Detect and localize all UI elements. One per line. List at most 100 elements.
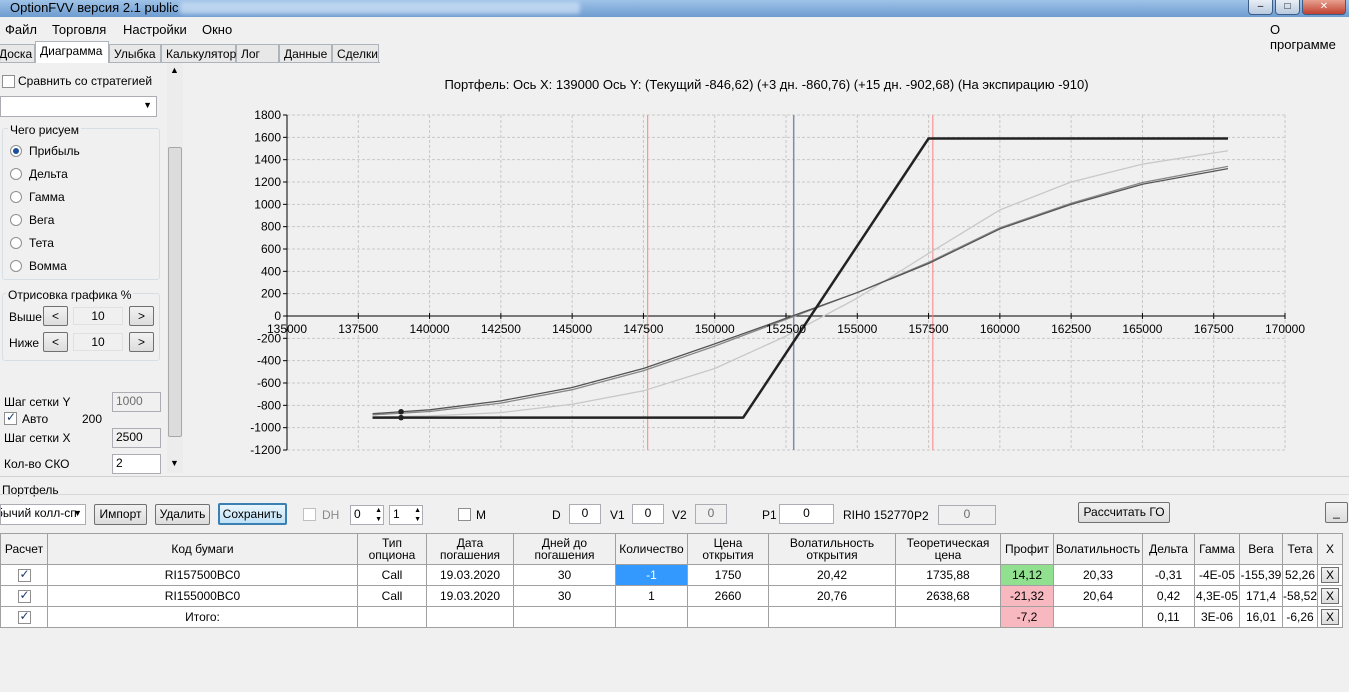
minimize-button[interactable]: –	[1248, 0, 1273, 15]
panel-separator[interactable]	[0, 476, 1349, 477]
cell-theo[interactable]: 1735,88	[895, 564, 1001, 586]
cell-profit[interactable]: -21,32	[1000, 585, 1054, 607]
calc-checkbox[interactable]	[17, 567, 31, 583]
cell-vol[interactable]: 20,33	[1053, 564, 1143, 586]
col-vol-open[interactable]: Волатильность открытия	[768, 533, 896, 565]
scroll-thumb[interactable]	[168, 147, 182, 437]
left-scrollbar[interactable]: ▲ ▼	[167, 63, 183, 473]
tab-deals[interactable]: Сделки	[332, 44, 379, 62]
table-row[interactable]: RI157500BC0 Call 19.03.2020 30 -1 1750 2…	[0, 564, 1344, 586]
col-gamma[interactable]: Гамма	[1194, 533, 1240, 565]
calc-checkbox-cell[interactable]	[0, 606, 48, 628]
tab-data[interactable]: Данные	[279, 44, 332, 62]
cell-x[interactable]: X	[1317, 585, 1344, 607]
col-vol[interactable]: Волатильность	[1053, 533, 1143, 565]
menu-settings[interactable]: Настройки	[123, 22, 187, 37]
cell-price[interactable]: 2660	[687, 585, 769, 607]
below-increase-button[interactable]: >	[129, 332, 154, 352]
cell-code[interactable]: RI157500BC0	[47, 564, 358, 586]
cell-profit[interactable]: 14,12	[1000, 564, 1054, 586]
v1-input[interactable]: 0	[632, 504, 664, 524]
cell-price[interactable]: 1750	[687, 564, 769, 586]
delete-button[interactable]: Удалить	[155, 504, 210, 525]
above-increase-button[interactable]: >	[129, 306, 154, 326]
scroll-up-icon[interactable]: ▲	[170, 65, 179, 75]
radio-vega[interactable]	[10, 214, 22, 226]
cell-x[interactable]: X	[1317, 564, 1344, 586]
cell-qty[interactable]: -1	[615, 564, 688, 586]
col-delta[interactable]: Дельта	[1142, 533, 1195, 565]
cell-theta[interactable]: -58,52	[1281, 585, 1319, 607]
auto-checkbox[interactable]	[4, 410, 17, 425]
cell-vol-open[interactable]: 20,76	[768, 585, 896, 607]
cell-delta[interactable]: -0,31	[1142, 564, 1195, 586]
col-profit[interactable]: Профит	[1000, 533, 1054, 565]
v2-input[interactable]: 0	[695, 504, 727, 524]
p2-input[interactable]: 0	[938, 505, 996, 525]
col-theta[interactable]: Тета	[1281, 533, 1319, 565]
calc-checkbox-cell[interactable]	[0, 564, 48, 586]
grid-x-input[interactable]: 2500	[112, 428, 161, 448]
col-theo[interactable]: Теоретическая цена	[895, 533, 1001, 565]
cell-days[interactable]: 30	[513, 585, 616, 607]
menu-trading[interactable]: Торговля	[52, 22, 106, 37]
cell-theo[interactable]: 2638,68	[895, 585, 1001, 607]
menu-about[interactable]: О программе	[1270, 22, 1349, 52]
col-calc[interactable]: Расчет	[0, 533, 48, 565]
col-qty[interactable]: Количество	[615, 533, 688, 565]
above-decrease-button[interactable]: <	[43, 306, 68, 326]
tab-smile[interactable]: Улыбка	[109, 44, 161, 62]
radio-theta[interactable]	[10, 237, 22, 249]
radio-profit[interactable]	[10, 145, 22, 157]
cell-type[interactable]: Call	[357, 585, 427, 607]
minimize-panel-button[interactable]: _	[1325, 502, 1348, 523]
delete-total-button[interactable]: X	[1321, 609, 1340, 625]
cell-days[interactable]: 30	[513, 564, 616, 586]
col-vega[interactable]: Вега	[1239, 533, 1283, 565]
strategy-select[interactable]: ▼	[0, 96, 157, 117]
close-button[interactable]: ✕	[1302, 0, 1346, 15]
cell-gamma[interactable]: -4E-05	[1194, 564, 1240, 586]
cell-theta[interactable]: 52,26	[1281, 564, 1319, 586]
calc-go-button[interactable]: Рассчитать ГО	[1078, 502, 1170, 523]
p1-input[interactable]: 0	[779, 504, 834, 524]
dh-stepper-1[interactable]: 0 ▲ ▼	[350, 505, 384, 525]
col-price[interactable]: Цена открытия	[687, 533, 769, 565]
delete-row-button[interactable]: X	[1321, 588, 1340, 604]
col-date[interactable]: Дата погашения	[426, 533, 514, 565]
calc-checkbox[interactable]	[17, 588, 31, 604]
col-code[interactable]: Код бумаги	[47, 533, 358, 565]
radio-vomma[interactable]	[10, 260, 22, 272]
calc-checkbox-cell[interactable]	[0, 585, 48, 607]
scroll-down-icon[interactable]: ▼	[170, 458, 179, 468]
delete-row-button[interactable]: X	[1321, 567, 1340, 583]
grid-y-input[interactable]: 1000	[112, 392, 161, 412]
d-input[interactable]: 0	[569, 504, 601, 524]
col-type[interactable]: Тип опциона	[357, 533, 427, 565]
cell-gamma[interactable]: 4,3E-05	[1194, 585, 1240, 607]
spin-icon[interactable]: ▲ ▼	[414, 506, 421, 524]
spin-icon[interactable]: ▲ ▼	[375, 506, 382, 524]
cell-vol[interactable]: 20,64	[1053, 585, 1143, 607]
below-decrease-button[interactable]: <	[43, 332, 68, 352]
radio-delta[interactable]	[10, 168, 22, 180]
cell-vega[interactable]: 171,4	[1239, 585, 1283, 607]
menu-window[interactable]: Окно	[202, 22, 232, 37]
cell-qty[interactable]: 1	[615, 585, 688, 607]
table-total-row[interactable]: Итого: -7,2 0,11 3E-06 16,01 -6,26 X	[0, 606, 1344, 628]
dh-checkbox[interactable]	[303, 508, 316, 521]
sko-input[interactable]: 2	[112, 454, 161, 474]
tab-calculator[interactable]: Калькулятор	[161, 44, 236, 62]
cell-vol-open[interactable]: 20,42	[768, 564, 896, 586]
cell-date[interactable]: 19.03.2020	[426, 585, 514, 607]
cell-vega[interactable]: -155,39	[1239, 564, 1283, 586]
tab-board[interactable]: Доска	[0, 44, 35, 62]
tab-diagram[interactable]: Диаграмма	[35, 41, 109, 63]
dh-stepper-2[interactable]: 1 ▲ ▼	[389, 505, 423, 525]
import-button[interactable]: Импорт	[94, 504, 147, 525]
compare-checkbox[interactable]	[2, 75, 15, 88]
calc-checkbox[interactable]	[17, 609, 31, 625]
cell-delta[interactable]: 0,42	[1142, 585, 1195, 607]
cell-code[interactable]: RI155000BC0	[47, 585, 358, 607]
profit-chart[interactable]: 180016001400120010008006004002000-200-40…	[184, 95, 1349, 470]
